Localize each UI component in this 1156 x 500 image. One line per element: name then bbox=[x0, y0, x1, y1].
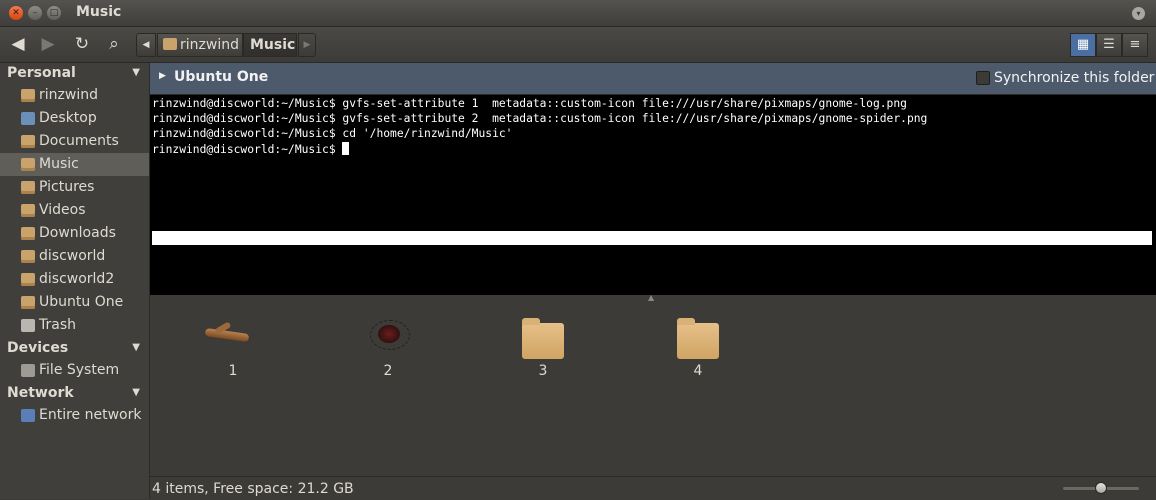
downloads-folder-icon bbox=[21, 227, 35, 240]
terminal-prompt-line: rinzwind@discworld:~/Music$ bbox=[152, 142, 350, 156]
ubuntu-one-bar: ▶ Ubuntu One Synchronize this folder bbox=[150, 63, 1156, 95]
path-scroll-right-button[interactable]: ▶ bbox=[298, 33, 316, 57]
breadcrumb-music[interactable]: Music bbox=[243, 33, 297, 57]
embedded-terminal[interactable]: rinzwind@discworld:~/Music$ gvfs-set-att… bbox=[150, 95, 1156, 295]
list-view-icon: ☰ bbox=[1103, 37, 1115, 52]
filesystem-icon bbox=[21, 364, 35, 377]
pictures-folder-icon bbox=[21, 181, 35, 194]
places-sidebar: Personal ▼ rinzwind Desktop Documents Mu… bbox=[0, 63, 150, 499]
sidebar-item-videos[interactable]: Videos bbox=[0, 199, 149, 222]
terminal-line: rinzwind@discworld:~/Music$ gvfs-set-att… bbox=[152, 97, 907, 110]
sync-folder-label[interactable]: Synchronize this folder bbox=[994, 70, 1154, 86]
sidebar-item-discworld2[interactable]: discworld2 bbox=[0, 268, 149, 291]
sidebar-item-trash[interactable]: Trash bbox=[0, 314, 149, 337]
sidebar-heading-personal[interactable]: Personal bbox=[7, 65, 76, 81]
zoom-slider-handle[interactable] bbox=[1095, 482, 1107, 494]
file-item-3[interactable]: 3 bbox=[503, 311, 583, 381]
compact-view-icon: ≡ bbox=[1129, 37, 1141, 52]
folder-icon bbox=[21, 273, 35, 286]
icon-view-button[interactable]: ▦ bbox=[1070, 33, 1096, 57]
folder-tab bbox=[522, 318, 540, 325]
file-name: 1 bbox=[228, 363, 238, 379]
sidebar-item-entire-network[interactable]: Entire network bbox=[0, 404, 149, 427]
terminal-line: rinzwind@discworld:~/Music$ gvfs-set-att… bbox=[152, 112, 928, 125]
forward-button[interactable]: ▶ bbox=[36, 33, 60, 55]
search-icon: ⌕ bbox=[109, 34, 119, 54]
title-bar: ✕ – □ Music ▾ bbox=[0, 0, 1156, 27]
collapse-network-icon[interactable]: ▼ bbox=[132, 387, 140, 398]
file-name: 4 bbox=[693, 363, 703, 379]
file-item-1[interactable]: 1 bbox=[193, 311, 273, 381]
spider-icon bbox=[378, 325, 400, 343]
status-bar: 4 items, Free space: 21.2 GB bbox=[150, 476, 1156, 500]
videos-folder-icon bbox=[21, 204, 35, 217]
reload-icon: ↻ bbox=[74, 34, 90, 54]
sync-folder-checkbox[interactable] bbox=[976, 71, 990, 85]
sidebar-heading-devices[interactable]: Devices bbox=[7, 340, 68, 356]
terminal-cursor bbox=[342, 142, 350, 155]
sidebar-item-rinzwind[interactable]: rinzwind bbox=[0, 84, 149, 107]
window-menu-button[interactable]: ▾ bbox=[1132, 7, 1145, 20]
forward-arrow-icon: ▶ bbox=[41, 34, 55, 54]
file-manager-window: ✕ – □ Music ▾ ◀ ▶ ↻ ⌕ ◀ rinzwind Music ▶… bbox=[0, 0, 1156, 500]
file-item-2[interactable]: 2 bbox=[348, 311, 428, 381]
terminal-highlight-bar bbox=[152, 231, 1152, 245]
expand-arrow-icon[interactable]: ▶ bbox=[159, 71, 166, 81]
trash-icon bbox=[21, 319, 35, 332]
home-folder-icon bbox=[21, 89, 35, 102]
network-icon bbox=[21, 409, 35, 422]
file-name: 2 bbox=[383, 363, 393, 379]
breadcrumb-rinzwind[interactable]: rinzwind bbox=[157, 33, 243, 57]
minimize-window-button[interactable]: – bbox=[28, 6, 42, 20]
back-arrow-icon: ◀ bbox=[11, 34, 25, 54]
sidebar-item-ubuntu-one[interactable]: Ubuntu One bbox=[0, 291, 149, 314]
desktop-icon bbox=[21, 112, 35, 125]
reload-button[interactable]: ↻ bbox=[70, 33, 94, 55]
ubuntu-one-title[interactable]: Ubuntu One bbox=[174, 69, 268, 85]
collapse-personal-icon[interactable]: ▼ bbox=[132, 67, 140, 78]
sidebar-item-pictures[interactable]: Pictures bbox=[0, 176, 149, 199]
sidebar-item-downloads[interactable]: Downloads bbox=[0, 222, 149, 245]
list-view-button[interactable]: ☰ bbox=[1096, 33, 1122, 57]
terminal-line: rinzwind@discworld:~/Music$ cd '/home/ri… bbox=[152, 127, 513, 140]
folder-icon bbox=[21, 250, 35, 263]
sidebar-item-documents[interactable]: Documents bbox=[0, 130, 149, 153]
folder-tab bbox=[677, 318, 695, 325]
sidebar-item-music[interactable]: Music bbox=[0, 153, 149, 176]
path-scroll-left-button[interactable]: ◀ bbox=[136, 33, 156, 57]
ubuntu-one-folder-icon bbox=[21, 296, 35, 309]
music-folder-icon bbox=[21, 158, 35, 171]
collapse-devices-icon[interactable]: ▼ bbox=[132, 342, 140, 353]
sidebar-item-desktop[interactable]: Desktop bbox=[0, 107, 149, 130]
compact-view-button[interactable]: ≡ bbox=[1122, 33, 1148, 57]
folder-icon bbox=[522, 318, 564, 359]
log-icon bbox=[204, 327, 250, 343]
file-icon-view: 1 2 3 4 bbox=[150, 301, 1156, 475]
folder-icon bbox=[677, 318, 719, 359]
toolbar: ◀ ▶ ↻ ⌕ ◀ rinzwind Music ▶ ▦ ☰ ≡ bbox=[0, 27, 1156, 63]
search-button[interactable]: ⌕ bbox=[102, 33, 126, 55]
file-item-4[interactable]: 4 bbox=[658, 311, 738, 381]
grid-view-icon: ▦ bbox=[1076, 37, 1090, 52]
close-window-button[interactable]: ✕ bbox=[9, 6, 23, 20]
sidebar-item-file-system[interactable]: File System bbox=[0, 359, 149, 382]
file-name: 3 bbox=[538, 363, 548, 379]
back-button[interactable]: ◀ bbox=[6, 33, 30, 55]
home-folder-icon bbox=[163, 38, 177, 50]
documents-folder-icon bbox=[21, 135, 35, 148]
status-text: 4 items, Free space: 21.2 GB bbox=[152, 481, 354, 497]
sidebar-item-discworld[interactable]: discworld bbox=[0, 245, 149, 268]
maximize-window-button[interactable]: □ bbox=[47, 6, 61, 20]
window-title: Music bbox=[76, 4, 122, 20]
sidebar-heading-network[interactable]: Network bbox=[7, 385, 74, 401]
terminal-prompt: rinzwind@discworld:~/Music$ bbox=[152, 143, 343, 156]
